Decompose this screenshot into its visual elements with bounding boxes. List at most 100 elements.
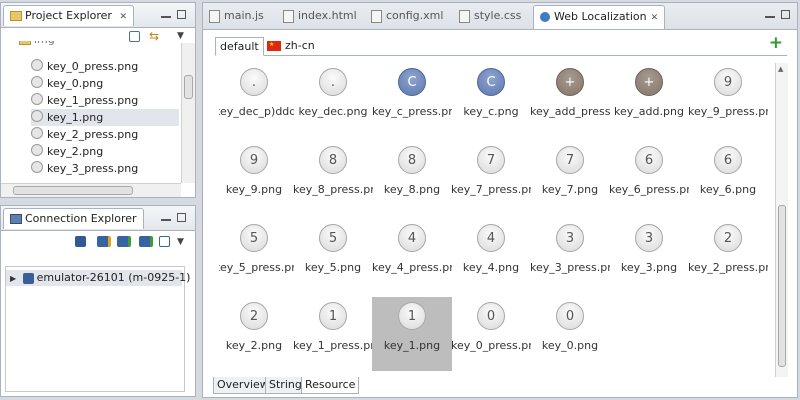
tree-item-label: key_0.png [47, 77, 104, 90]
key-image-icon: 7 [556, 146, 584, 174]
install-icon[interactable] [117, 236, 131, 247]
key-image-icon: 5 [240, 224, 268, 252]
resource-item-label: key_0.png [541, 339, 599, 352]
tree-item-label: key_0_press.png [47, 60, 139, 73]
tree-item[interactable]: key_1_press.png [31, 92, 138, 109]
tab-web-localization[interactable]: Web Localization ✕ [533, 5, 666, 29]
resource-item[interactable]: Ckey_c.png [451, 63, 531, 137]
editor-tab-label: main.js [224, 9, 264, 22]
key-image-icon: . [319, 68, 347, 96]
project-explorer-tabbar: Project Explorer ✕ [1, 3, 195, 28]
resource-item-label: key_5_press.pr [219, 261, 294, 274]
resource-item[interactable]: 2 key_2.png [219, 297, 294, 371]
key-image-icon: 4 [398, 224, 426, 252]
resource-item[interactable]: 1 key_1.png [372, 297, 452, 371]
add-language-icon[interactable]: + [769, 34, 783, 52]
resource-item[interactable]: 7 key_7.png [530, 141, 610, 215]
expand-arrow-icon[interactable]: ▶ [10, 274, 16, 283]
tree-folder-partial[interactable]: img [19, 41, 55, 48]
resource-item[interactable]: 4 key_4_press.pr [372, 219, 452, 293]
layout-icon[interactable] [159, 236, 170, 247]
minimize-icon[interactable] [765, 13, 775, 18]
resource-vertical-scrollbar[interactable]: ▲ [775, 63, 788, 377]
scrollbar-thumb[interactable] [13, 186, 133, 195]
key-image-icon: 0 [556, 302, 584, 330]
resource-item[interactable]: 8 key_8.png [372, 141, 452, 215]
device-row[interactable]: ▶ emulator-26101 (m-0925-1) [6, 270, 190, 286]
scroll-up-arrow-icon[interactable]: ▲ [778, 65, 783, 73]
resource-item[interactable]: 2 key_2_press.pr [688, 219, 768, 293]
maximize-icon[interactable] [781, 10, 790, 19]
editor-tab-label: config.xml [386, 9, 444, 22]
minimize-icon[interactable] [161, 216, 171, 221]
resource-item[interactable]: 3 key_3_press.pr [530, 219, 610, 293]
tab-index-html[interactable]: index.html [283, 6, 357, 26]
resource-item-label: key_7_press.pr [451, 183, 531, 196]
resource-item[interactable]: + key_add.png [609, 63, 689, 137]
tab-config-xml[interactable]: config.xml [371, 6, 443, 26]
project-horizontal-scrollbar[interactable] [1, 183, 181, 197]
tab-style-css[interactable]: style.css [459, 6, 521, 26]
run-icon[interactable] [139, 236, 153, 247]
tab-overview[interactable]: Overview [213, 377, 273, 394]
tab-main-js[interactable]: main.js [209, 6, 264, 26]
maximize-icon[interactable] [177, 10, 186, 19]
resource-item[interactable]: 4 key_4.png [451, 219, 531, 293]
resource-item[interactable]: 6 key_6_press.pr [609, 141, 689, 215]
tree-item[interactable]: key_3_press.png [31, 160, 138, 177]
resource-item[interactable]: 0 key_0.png [530, 297, 610, 371]
resource-item[interactable]: + key_add_press [530, 63, 610, 137]
resource-item[interactable]: 6 key_6.png [688, 141, 768, 215]
lang-tab-label: zh-cn [285, 39, 315, 52]
resource-item[interactable]: 9 key_9_press.pr [688, 63, 768, 137]
maximize-icon[interactable] [177, 213, 186, 222]
resource-item[interactable]: 3 key_3.png [609, 219, 689, 293]
editor-tabbar: main.js index.html config.xml style.css … [203, 3, 797, 30]
resource-item[interactable]: 0 key_0_press.pr [451, 297, 531, 371]
resource-item[interactable]: 8 key_8_press.pr [293, 141, 373, 215]
resource-item-label: key_3.png [620, 261, 678, 274]
resource-item-label: key_1_press.pr [293, 339, 373, 352]
key-image-icon: 6 [635, 146, 663, 174]
key-image-icon: 3 [556, 224, 584, 252]
key-image-icon: 4 [477, 224, 505, 252]
tab-lang-zh-cn[interactable]: ★ zh-cn [263, 38, 319, 54]
scrollbar-thumb[interactable] [184, 75, 193, 99]
view-menu-icon[interactable]: ▼ [177, 236, 191, 250]
tab-resource[interactable]: Resource [301, 377, 360, 394]
close-icon[interactable]: ✕ [651, 7, 659, 29]
minimize-icon[interactable] [161, 13, 171, 18]
tree-item[interactable]: key_0.png [31, 75, 103, 92]
resource-item[interactable]: . key_dec_p)ddd [219, 63, 294, 137]
resource-item[interactable]: 9 key_9.png [219, 141, 294, 215]
device-icon[interactable] [75, 236, 86, 247]
language-tab-strip: default ★ zh-cn + [215, 34, 787, 56]
tab-lang-default[interactable]: default [215, 37, 264, 56]
connect-icon[interactable] [97, 236, 111, 247]
resource-item[interactable]: 1 key_1_press.pr [293, 297, 373, 371]
resource-item[interactable]: Ckey_c_press.pr [372, 63, 452, 137]
resource-item[interactable]: 5 key_5.png [293, 219, 373, 293]
tree-item[interactable]: key_2_press.png [31, 126, 138, 143]
js-file-icon [209, 9, 220, 23]
tree-item[interactable]: key_0_press.png [31, 58, 138, 75]
project-vertical-scrollbar[interactable] [181, 43, 195, 183]
resource-item-label: key_2.png [225, 339, 283, 352]
tree-item[interactable]: key_2.png [31, 143, 103, 160]
resource-item-label: key_6.png [699, 183, 757, 196]
globe-icon [540, 12, 550, 22]
tree-item-selected[interactable]: key_1.png [31, 109, 179, 126]
close-icon[interactable]: ✕ [119, 12, 127, 22]
resource-grid: . key_dec_p)ddd. key_dec.png Ckey_c_press.p… [219, 63, 775, 377]
png-file-icon [31, 127, 43, 139]
resource-item[interactable]: 7 key_7_press.pr [451, 141, 531, 215]
key-image-icon: 3 [635, 224, 663, 252]
resource-item[interactable]: 5 key_5_press.pr [219, 219, 294, 293]
editor-bottom-tabs: Overview String Resource [213, 377, 785, 394]
key-image-icon: 2 [240, 302, 268, 330]
tab-connection-explorer[interactable]: Connection Explorer [3, 208, 144, 229]
tab-string[interactable]: String [265, 377, 306, 394]
resource-item[interactable]: . key_dec.png [293, 63, 373, 137]
tab-project-explorer[interactable]: Project Explorer ✕ [3, 5, 134, 26]
scrollbar-thumb[interactable] [778, 205, 786, 367]
